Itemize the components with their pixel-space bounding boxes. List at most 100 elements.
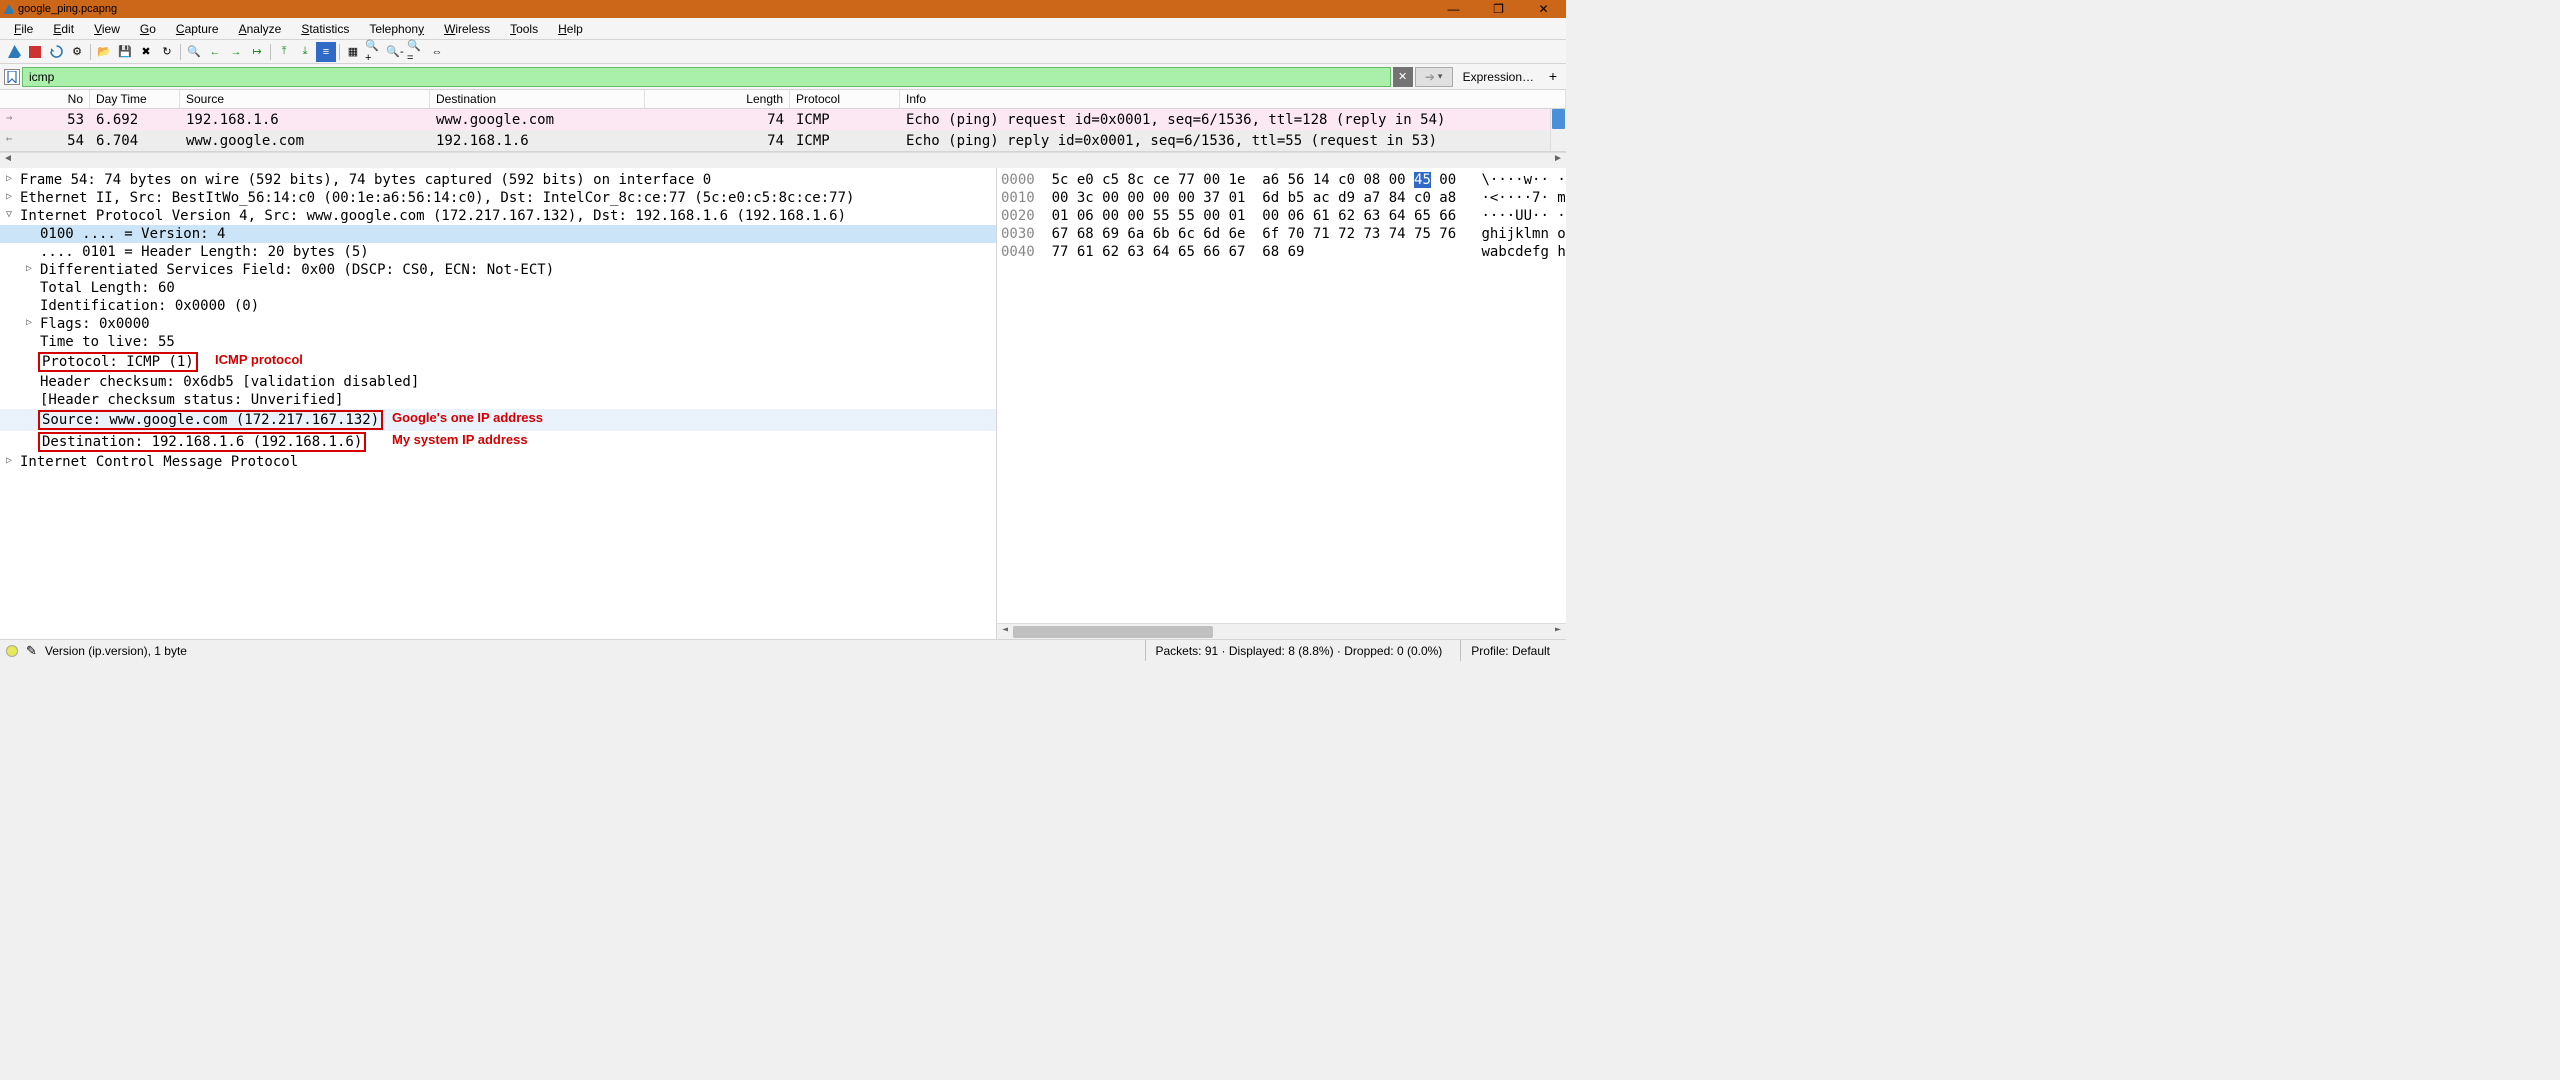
col-time[interactable]: Day Time [90, 90, 180, 108]
hex-row[interactable]: 0000 5c e0 c5 8c ce 77 00 1e a6 56 14 c0… [1001, 171, 1562, 189]
expert-info-icon[interactable] [6, 645, 18, 657]
title-bar: google_ping.pcapng — ❐ ✕ [0, 0, 1566, 18]
window-title: google_ping.pcapng [18, 3, 117, 15]
tree-item[interactable]: ▷Flags: 0x0000 [0, 315, 996, 333]
highlight-box: Source: www.google.com (172.217.167.132) [38, 410, 383, 430]
packet-row[interactable]: 54 6.704 www.google.com 192.168.1.6 74 I… [0, 130, 1566, 151]
filter-apply-button[interactable]: ➔▾ [1415, 67, 1453, 87]
menu-telephony[interactable]: Telephony [359, 20, 434, 38]
tree-item[interactable]: Header checksum: 0x6db5 [validation disa… [0, 373, 996, 391]
open-file-icon[interactable]: 📂 [94, 42, 114, 62]
filter-expression-button[interactable]: Expression… [1455, 70, 1542, 84]
tree-item[interactable]: Protocol: ICMP (1) ICMP protocol [0, 351, 996, 373]
status-bar: ✎ Version (ip.version), 1 byte Packets: … [0, 639, 1566, 661]
menu-tools[interactable]: Tools [500, 20, 548, 38]
edit-icon[interactable]: ✎ [26, 643, 37, 659]
packet-bytes[interactable]: 0000 5c e0 c5 8c ce 77 00 1e a6 56 14 c0… [996, 168, 1566, 639]
toolbar: ⚙ 📂 💾 ✖ ↻ 🔍 ← → ↦ ⤒ ⤓ ≡ ▦ 🔍+ 🔍- 🔍= ⇔ [0, 40, 1566, 64]
capture-options-icon[interactable]: ⚙ [67, 42, 87, 62]
menu-wireless[interactable]: Wireless [434, 20, 500, 38]
reload-icon[interactable]: ↻ [157, 42, 177, 62]
menu-analyze[interactable]: Analyze [229, 20, 292, 38]
menu-view[interactable]: View [84, 20, 130, 38]
col-source[interactable]: Source [180, 90, 430, 108]
highlight-box: Protocol: ICMP (1) [38, 352, 198, 372]
annotation: ICMP protocol [215, 352, 303, 367]
close-file-icon[interactable]: ✖ [136, 42, 156, 62]
filter-bookmark-icon[interactable] [4, 69, 20, 85]
colorize-icon[interactable]: ▦ [343, 42, 363, 62]
stop-capture-icon[interactable] [25, 42, 45, 62]
zoom-out-icon[interactable]: 🔍- [385, 42, 405, 62]
maximize-button[interactable]: ❐ [1476, 0, 1521, 18]
close-button[interactable]: ✕ [1521, 0, 1566, 18]
tree-item[interactable]: ▷Ethernet II, Src: BestItWo_56:14:c0 (00… [0, 189, 996, 207]
minimize-button[interactable]: — [1431, 0, 1476, 18]
filter-add-button[interactable]: + [1544, 68, 1562, 86]
app-icon [4, 4, 14, 14]
hex-row[interactable]: 0020 01 06 00 00 55 55 00 01 00 06 61 62… [1001, 207, 1562, 225]
resize-columns-icon[interactable]: ⇔ [427, 42, 447, 62]
tree-item[interactable]: ▷Internet Control Message Protocol [0, 453, 996, 471]
packet-list-header: No Day Time Source Destination Length Pr… [0, 90, 1566, 109]
packet-list-hscroll[interactable]: ◄► [0, 152, 1566, 168]
menu-file[interactable]: File [4, 20, 43, 38]
status-field: Version (ip.version), 1 byte [45, 644, 187, 658]
col-protocol[interactable]: Protocol [790, 90, 900, 108]
highlight-box: Destination: 192.168.1.6 (192.168.1.6) [38, 432, 366, 452]
start-capture-icon[interactable] [4, 42, 24, 62]
save-file-icon[interactable]: 💾 [115, 42, 135, 62]
tree-item[interactable]: ▽Internet Protocol Version 4, Src: www.g… [0, 207, 996, 225]
packet-list[interactable]: No Day Time Source Destination Length Pr… [0, 90, 1566, 152]
expand-icon[interactable]: ▷ [6, 455, 12, 466]
col-destination[interactable]: Destination [430, 90, 645, 108]
filter-bar: ✕ ➔▾ Expression… + [0, 64, 1566, 90]
tree-item[interactable]: ▷Differentiated Services Field: 0x00 (DS… [0, 261, 996, 279]
go-back-icon[interactable]: ← [205, 42, 225, 62]
menu-edit[interactable]: Edit [43, 20, 84, 38]
zoom-reset-icon[interactable]: 🔍= [406, 42, 426, 62]
tree-item[interactable]: .... 0101 = Header Length: 20 bytes (5) [0, 243, 996, 261]
go-last-icon[interactable]: ⤓ [295, 42, 315, 62]
collapse-icon[interactable]: ▽ [6, 209, 12, 220]
find-packet-icon[interactable]: 🔍 [184, 42, 204, 62]
expand-icon[interactable]: ▷ [6, 173, 12, 184]
expand-icon[interactable]: ▷ [26, 263, 32, 274]
menu-statistics[interactable]: Statistics [291, 20, 359, 38]
tree-item[interactable]: Identification: 0x0000 (0) [0, 297, 996, 315]
filter-clear-icon[interactable]: ✕ [1393, 67, 1413, 87]
packet-row[interactable]: 53 6.692 192.168.1.6 www.google.com 74 I… [0, 109, 1566, 130]
menu-help[interactable]: Help [548, 20, 593, 38]
go-forward-icon[interactable]: → [226, 42, 246, 62]
display-filter-input[interactable] [22, 67, 1391, 87]
tree-item[interactable]: Time to live: 55 [0, 333, 996, 351]
packet-list-scrollbar[interactable] [1550, 109, 1566, 151]
hex-hscroll[interactable]: ◄► [997, 623, 1566, 639]
packet-row[interactable]: 70 7.700 192.168.1.6 www.google.com 74 I… [0, 151, 1566, 152]
hex-row[interactable]: 0040 77 61 62 63 64 65 66 67 68 69 wabcd… [1001, 243, 1562, 261]
restart-capture-icon[interactable] [46, 42, 66, 62]
zoom-in-icon[interactable]: 🔍+ [364, 42, 384, 62]
col-length[interactable]: Length [645, 90, 790, 108]
packet-details[interactable]: ▷Frame 54: 74 bytes on wire (592 bits), … [0, 168, 996, 639]
hex-row[interactable]: 0010 00 3c 00 00 00 00 37 01 6d b5 ac d9… [1001, 189, 1562, 207]
jump-packet-icon[interactable]: ↦ [247, 42, 267, 62]
col-info[interactable]: Info [900, 90, 1566, 108]
go-first-icon[interactable]: ⤒ [274, 42, 294, 62]
tree-item[interactable]: ▷Frame 54: 74 bytes on wire (592 bits), … [0, 171, 996, 189]
pkt-marker-icon: ← [0, 132, 18, 145]
status-packets: Packets: 91 · Displayed: 8 (8.8%) · Drop… [1145, 640, 1453, 661]
hex-row[interactable]: 0030 67 68 69 6a 6b 6c 6d 6e 6f 70 71 72… [1001, 225, 1562, 243]
status-profile[interactable]: Profile: Default [1460, 640, 1560, 661]
expand-icon[interactable]: ▷ [6, 191, 12, 202]
tree-item[interactable]: Total Length: 60 [0, 279, 996, 297]
expand-icon[interactable]: ▷ [26, 317, 32, 328]
menu-capture[interactable]: Capture [166, 20, 229, 38]
menu-go[interactable]: Go [130, 20, 166, 38]
autoscroll-icon[interactable]: ≡ [316, 42, 336, 62]
tree-item[interactable]: 0100 .... = Version: 4 [0, 225, 996, 243]
tree-item[interactable]: [Header checksum status: Unverified] [0, 391, 996, 409]
tree-item[interactable]: Source: www.google.com (172.217.167.132)… [0, 409, 996, 431]
tree-item[interactable]: Destination: 192.168.1.6 (192.168.1.6)My… [0, 431, 996, 453]
col-no[interactable]: No [0, 90, 90, 108]
